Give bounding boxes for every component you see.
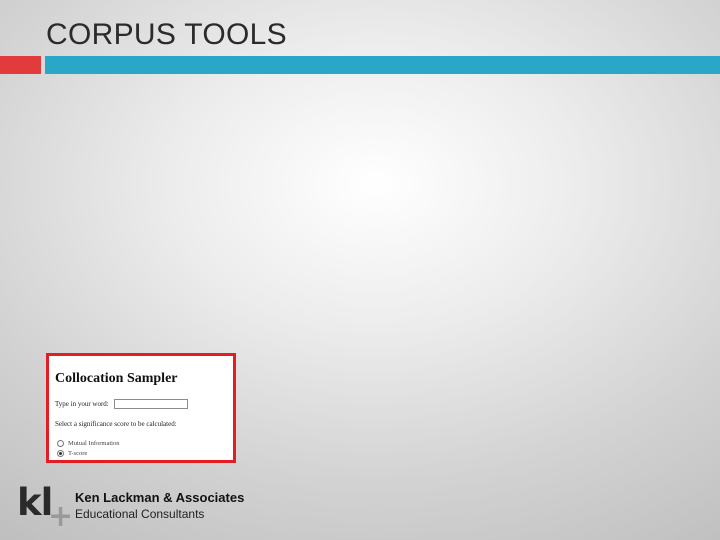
company-tagline: Educational Consultants — [75, 507, 205, 521]
accent-bar-blue — [45, 56, 720, 74]
score-label: Select a significance score to be calcul… — [55, 420, 177, 428]
kl-logo: kl — [17, 481, 53, 524]
slide-title: CORPUS TOOLS — [46, 18, 287, 51]
accent-bar-red — [0, 56, 41, 74]
word-input[interactable] — [114, 399, 188, 409]
plus-logo-icon: + — [48, 499, 74, 534]
word-label: Type in your word: — [55, 400, 109, 408]
company-name: Ken Lackman & Associates — [75, 490, 245, 505]
option-mutual-information[interactable]: Mutual Information — [57, 440, 120, 448]
sampler-title: Collocation Sampler — [55, 371, 178, 386]
option-label: Mutual Information — [68, 440, 120, 447]
radio-checked-icon[interactable] — [57, 450, 64, 458]
slide: CORPUS TOOLS Collocation Sampler Type in… — [0, 0, 720, 540]
collocation-sampler-screenshot: Collocation Sampler Type in your word: S… — [46, 353, 236, 463]
option-t-score[interactable]: T-score — [57, 450, 88, 458]
option-label: T-score — [68, 450, 88, 457]
radio-icon[interactable] — [57, 440, 64, 448]
